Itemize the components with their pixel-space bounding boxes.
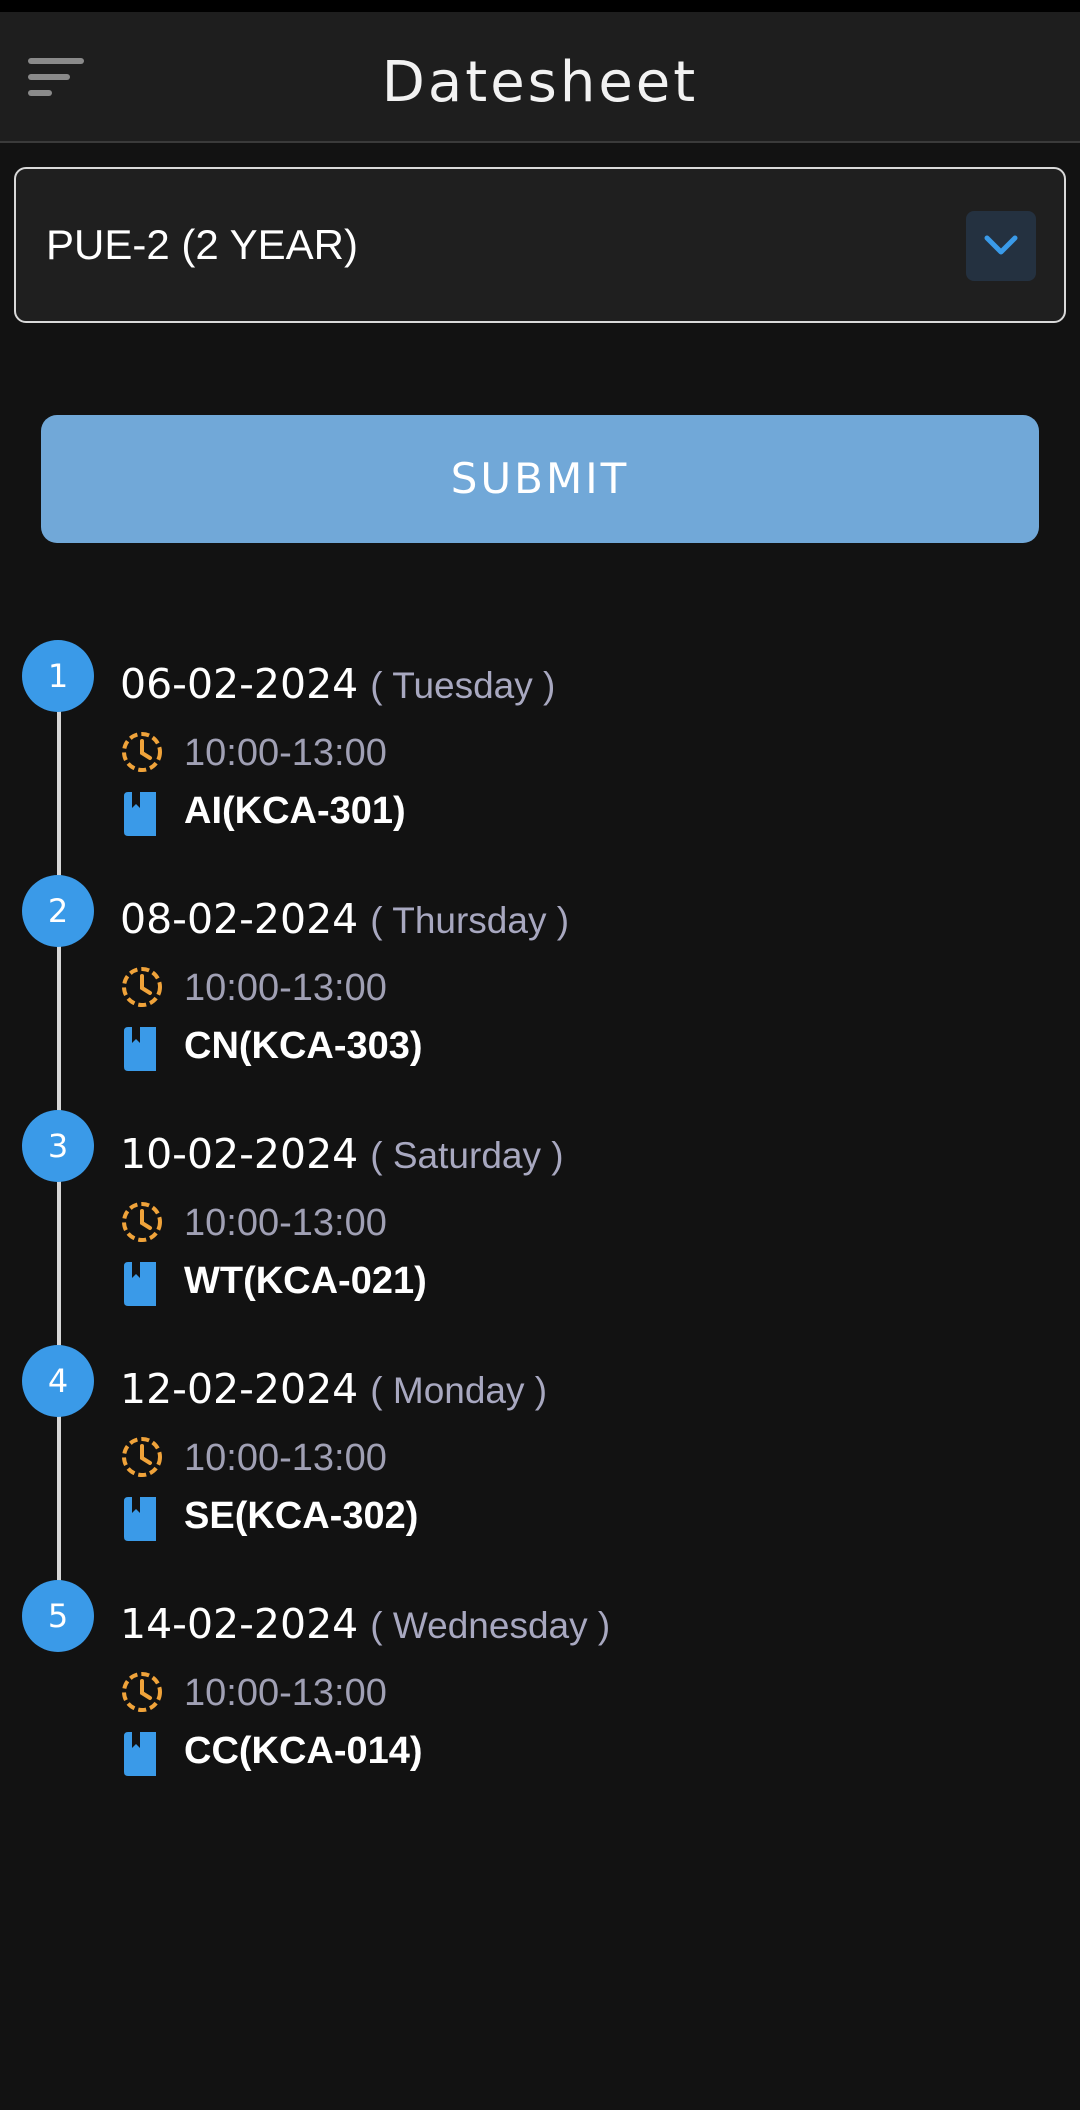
exam-item: 3 10-02-2024 ( Saturday ) 10:00-13:00 WT(… <box>0 1110 1080 1345</box>
app-bar: Datesheet <box>0 12 1080 143</box>
exam-index-badge: 5 <box>22 1580 94 1652</box>
book-icon <box>124 1262 156 1306</box>
course-select-value: PUE-2 (2 YEAR) <box>46 221 358 268</box>
exam-subject: WT(KCA-021) <box>184 1260 427 1302</box>
book-icon <box>124 792 156 836</box>
exam-date: 12-02-2024 <box>120 1365 359 1413</box>
exam-day: ( Thursday ) <box>370 900 570 941</box>
exam-subject: SE(KCA-302) <box>184 1495 419 1537</box>
exam-item: 4 12-02-2024 ( Monday ) 10:00-13:00 SE(KC… <box>0 1345 1080 1580</box>
clock-icon <box>122 1672 162 1712</box>
clock-icon <box>122 1202 162 1242</box>
book-icon <box>124 1027 156 1071</box>
exam-item: 5 14-02-2024 ( Wednesday ) 10:00-13:00 CC… <box>0 1580 1080 1815</box>
clock-icon <box>122 732 162 772</box>
exam-day: ( Saturday ) <box>370 1135 564 1176</box>
exam-index-badge: 3 <box>22 1110 94 1182</box>
exam-item: 1 06-02-2024 ( Tuesday ) 10:00-13:00 AI(K… <box>0 640 1080 875</box>
exam-date-row: 08-02-2024 ( Thursday ) <box>120 895 569 943</box>
exam-time: 10:00-13:00 <box>184 967 387 1009</box>
exam-date-row: 14-02-2024 ( Wednesday ) <box>120 1600 610 1648</box>
exam-subject: CC(KCA-014) <box>184 1730 423 1772</box>
exam-date-row: 06-02-2024 ( Tuesday ) <box>120 660 555 708</box>
exam-time: 10:00-13:00 <box>184 1202 387 1244</box>
submit-button[interactable]: SUBMIT <box>41 415 1039 543</box>
clock-icon <box>122 967 162 1007</box>
exam-time: 10:00-13:00 <box>184 1672 387 1714</box>
course-select[interactable]: PUE-2 (2 YEAR) <box>14 167 1066 323</box>
clock-icon <box>122 1437 162 1477</box>
exam-index-badge: 4 <box>22 1345 94 1417</box>
exam-date: 08-02-2024 <box>120 895 359 943</box>
exam-subject: CN(KCA-303) <box>184 1025 423 1067</box>
book-icon <box>124 1497 156 1541</box>
exam-date: 06-02-2024 <box>120 660 359 708</box>
page-title: Datesheet <box>381 50 699 115</box>
exam-time: 10:00-13:00 <box>184 1437 387 1479</box>
exam-date-row: 12-02-2024 ( Monday ) <box>120 1365 547 1413</box>
exam-subject: AI(KCA-301) <box>184 790 406 832</box>
exam-index-badge: 1 <box>22 640 94 712</box>
exam-day: ( Tuesday ) <box>370 665 556 706</box>
exam-index-badge: 2 <box>22 875 94 947</box>
exam-date: 14-02-2024 <box>120 1600 359 1648</box>
exam-day: ( Monday ) <box>370 1370 548 1411</box>
exam-time: 10:00-13:00 <box>184 732 387 774</box>
chevron-down-icon[interactable] <box>966 211 1036 281</box>
book-icon <box>124 1732 156 1776</box>
exam-date: 10-02-2024 <box>120 1130 359 1178</box>
exam-date-row: 10-02-2024 ( Saturday ) <box>120 1130 564 1178</box>
exam-day: ( Wednesday ) <box>370 1605 611 1646</box>
exam-item: 2 08-02-2024 ( Thursday ) 10:00-13:00 CN(… <box>0 875 1080 1110</box>
status-bar <box>0 0 1080 12</box>
